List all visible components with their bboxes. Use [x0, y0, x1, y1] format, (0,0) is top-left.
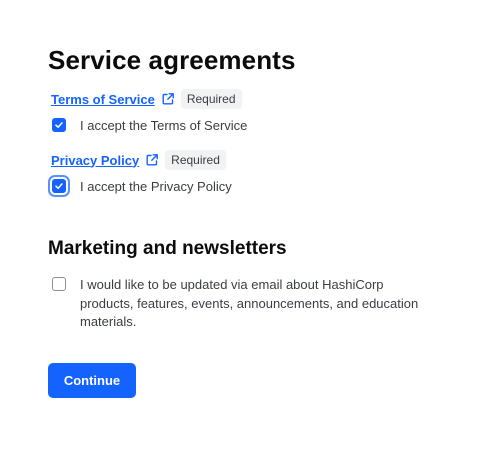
required-badge: Required: [165, 150, 226, 170]
checkmark-icon: [55, 122, 63, 128]
terms-of-service-checkbox[interactable]: [52, 118, 66, 132]
privacy-policy-check-row[interactable]: I accept the Privacy Policy: [51, 176, 232, 196]
terms-of-service-agreement: Terms of Service Required I accept the T…: [51, 88, 247, 135]
terms-of-service-checkbox-label[interactable]: I accept the Terms of Service: [80, 117, 247, 134]
terms-of-service-header: Terms of Service Required: [51, 88, 247, 110]
privacy-policy-checkbox[interactable]: [52, 179, 66, 193]
marketing-check-row[interactable]: I would like to be updated via email abo…: [51, 276, 420, 332]
privacy-policy-agreement: Privacy Policy Required I accept the Pri…: [51, 149, 232, 196]
page-title: Service agreements: [48, 45, 296, 75]
checkmark-icon: [55, 183, 63, 189]
marketing-section-title: Marketing and newsletters: [48, 238, 287, 259]
external-link-icon[interactable]: [161, 92, 175, 106]
terms-of-service-link[interactable]: Terms of Service: [51, 92, 155, 107]
marketing-checkbox-label[interactable]: I would like to be updated via email abo…: [80, 276, 420, 332]
continue-button[interactable]: Continue: [48, 363, 136, 398]
marketing-checkbox[interactable]: [52, 277, 66, 291]
service-agreements-page: Service agreements Terms of Service Requ…: [0, 0, 482, 457]
required-badge: Required: [180, 89, 242, 109]
privacy-policy-link[interactable]: Privacy Policy: [51, 153, 139, 168]
terms-of-service-check-row[interactable]: I accept the Terms of Service: [51, 115, 247, 135]
privacy-policy-checkbox-label[interactable]: I accept the Privacy Policy: [80, 178, 232, 195]
external-link-icon[interactable]: [145, 153, 159, 167]
privacy-policy-header: Privacy Policy Required: [51, 149, 232, 171]
